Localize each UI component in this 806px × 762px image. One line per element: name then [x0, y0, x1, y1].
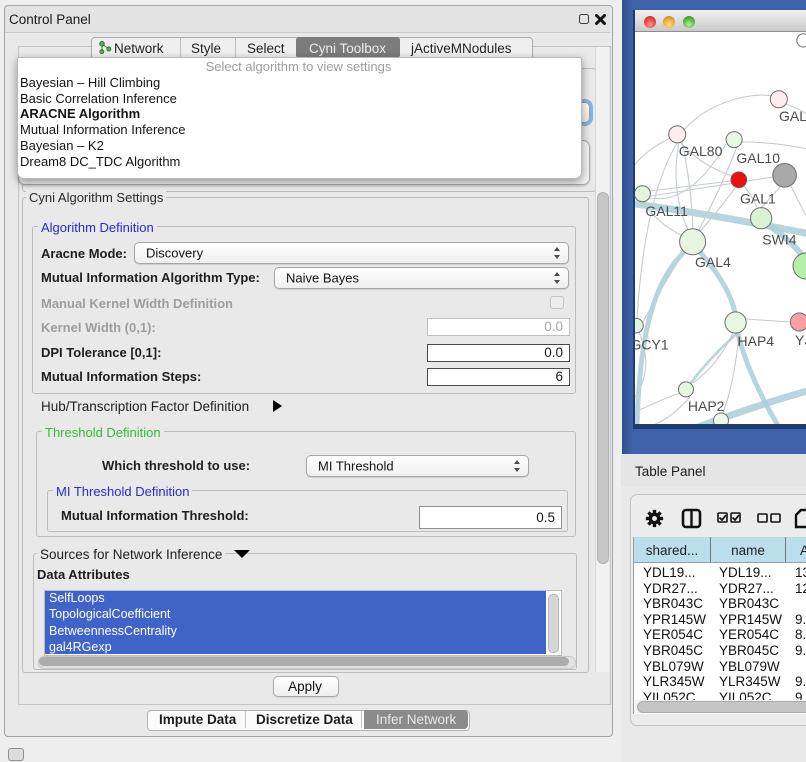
svg-text:YJ: YJ [795, 332, 806, 348]
svg-text:HAP4: HAP4 [738, 333, 775, 349]
svg-text:GAL7: GAL7 [779, 108, 806, 124]
svg-text:GAL1: GAL1 [740, 191, 776, 207]
svg-text:GAL10: GAL10 [736, 150, 780, 166]
svg-text:GCY1: GCY1 [635, 337, 669, 353]
svg-text:GAL11: GAL11 [645, 203, 688, 219]
svg-text:HAP2: HAP2 [688, 398, 725, 414]
svg-text:GAL80: GAL80 [679, 143, 723, 159]
svg-text:GAL4: GAL4 [695, 254, 731, 270]
svg-text:SWI4: SWI4 [762, 232, 796, 248]
